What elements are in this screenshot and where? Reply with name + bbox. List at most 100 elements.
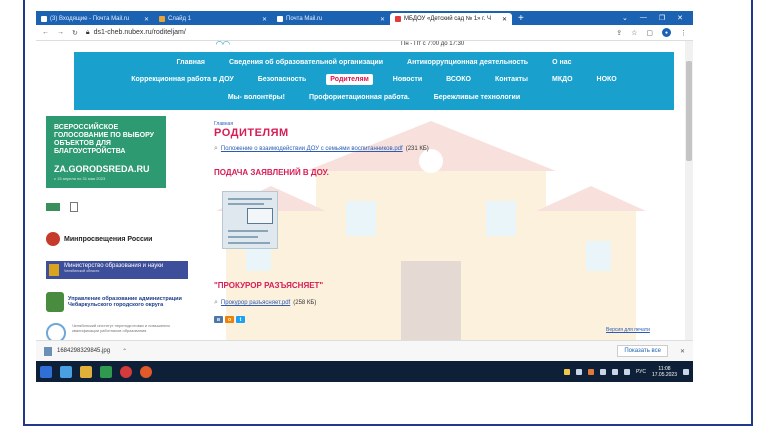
logo-ministry-construction[interactable] [70, 202, 78, 212]
clock[interactable]: 11:08 17.05.2023 [652, 366, 677, 378]
emblem-icon [46, 232, 60, 246]
wifi-icon[interactable] [611, 368, 618, 375]
nav-row-2: Коррекционная работа в ДОУ Безопасность … [74, 74, 674, 85]
downloads-bar: 1684298329845.jpg ⌃ Показать все ✕ [36, 340, 693, 361]
new-tab-button[interactable]: + [512, 13, 530, 25]
window-controls: ⌄ — ❐ ✕ [622, 14, 693, 22]
yandex-icon[interactable] [140, 365, 152, 378]
image-file-icon [44, 346, 52, 356]
page-scrollbar[interactable] [685, 41, 693, 340]
document-link[interactable]: Прокурор разъясняет.pdf [221, 300, 290, 306]
explorer-icon[interactable] [60, 365, 72, 378]
nav-item-main[interactable]: Главная [173, 57, 209, 68]
nav-item-mkdo[interactable]: МКДО [548, 74, 577, 85]
screenshot: (3) Входящие - Почта Mail.ru ✕ Слайд 1 ✕… [36, 11, 693, 382]
document-link-row: ⌕ Положение о взаимодействии ДОУ с семья… [214, 145, 429, 153]
section-heading-prosecutor: "ПРОКУРОР РАЗЪЯСНЯЕТ" [214, 281, 324, 290]
close-icon[interactable]: ✕ [144, 16, 149, 23]
close-icon[interactable]: ✕ [680, 348, 685, 355]
notification-icon[interactable] [563, 368, 570, 375]
tab-mail-inbox[interactable]: (3) Входящие - Почта Mail.ru ✕ [36, 13, 154, 25]
emblem-icon [49, 264, 59, 276]
menu-icon[interactable]: ⋮ [680, 29, 687, 37]
tab-kindergarten[interactable]: МБДОУ «Детский сад № 1» г. Ч ✕ [390, 13, 512, 25]
url-field[interactable]: 🔒︎ ds1-cheb.nubex.ru/roditeljam/ [86, 29, 186, 37]
network-icon[interactable] [575, 368, 582, 375]
nav-item-about[interactable]: О нас [548, 57, 575, 68]
close-icon[interactable]: ✕ [380, 16, 385, 23]
site-favicon-icon [395, 16, 401, 22]
battery-icon[interactable] [599, 368, 606, 375]
excel-icon[interactable] [100, 365, 112, 378]
vk-icon[interactable]: в [214, 316, 223, 323]
forward-icon[interactable]: → [57, 29, 64, 36]
minimize-icon[interactable]: — [640, 14, 647, 22]
nav-item-correction[interactable]: Коррекционная работа в ДОУ [127, 74, 237, 85]
print-version-link[interactable]: Версия для печати [606, 327, 650, 333]
banner-gorodsreda[interactable]: ВСЕРОССИЙСКОЕ ГОЛОСОВАНИЕ ПО ВЫБОРУ ОБЪЕ… [46, 116, 166, 188]
document-link[interactable]: Положение о взаимодействии ДОУ с семьями… [221, 146, 403, 152]
nav-item-career[interactable]: Профориетационная работа. [305, 92, 414, 103]
chevron-down-icon[interactable]: ⌄ [622, 14, 628, 22]
banner-label: Минпросвещения России [64, 235, 153, 243]
nav-item-vsoko[interactable]: ВСОКО [442, 74, 475, 85]
nav-item-volunteers[interactable]: Мы- волонтёры! [224, 92, 289, 103]
show-all-button[interactable]: Показать все [617, 345, 668, 357]
nav-item-news[interactable]: Новости [389, 74, 426, 85]
main-navigation: Главная Сведения об образовательной орга… [74, 52, 674, 110]
sidebar-icon[interactable]: ▢ [646, 29, 653, 37]
banner-sublabel: Челябинской области [64, 269, 100, 273]
ok-icon[interactable]: о [225, 316, 234, 323]
banner-chipkro[interactable]: Челябинский институт переподготовки и по… [46, 323, 188, 340]
nav-item-contacts[interactable]: Контакты [491, 74, 532, 85]
banner-upravlenie[interactable]: Управление образование администрации Чеб… [46, 287, 188, 317]
tab-slide[interactable]: Слайд 1 ✕ [154, 13, 272, 25]
paperclip-icon: ⌕ [214, 299, 218, 306]
action-center-icon[interactable] [683, 368, 689, 375]
nav-item-info[interactable]: Сведения об образовательной организации [225, 57, 387, 68]
profile-avatar[interactable]: ● [662, 28, 671, 37]
opera-icon[interactable] [120, 365, 132, 378]
reload-icon[interactable]: ↻ [72, 29, 78, 37]
volume-icon[interactable] [623, 368, 630, 375]
nav-item-noko[interactable]: НОКО [593, 74, 621, 85]
site-logo[interactable]: ◠◠ [216, 41, 240, 49]
page-title: РОДИТЕЛЯМ [214, 127, 289, 139]
close-icon[interactable]: ✕ [502, 16, 507, 23]
web-page: ◠◠ Пн - Пт с 7:00 до 17:30 Главная Сведе… [36, 41, 685, 340]
start-icon[interactable] [40, 365, 52, 378]
tab-label: МБДОУ «Детский сад № 1» г. Ч [404, 16, 491, 22]
star-icon[interactable]: ☆ [631, 29, 637, 37]
logo-icon [70, 202, 78, 212]
nav-item-anticorruption[interactable]: Антикоррупционная деятельность [403, 57, 532, 68]
chevron-up-icon[interactable]: ⌃ [122, 348, 127, 355]
address-bar: ← → ↻ 🔒︎ ds1-cheb.nubex.ru/roditeljam/ ⇪… [36, 25, 693, 41]
scroll-thumb[interactable] [686, 61, 692, 161]
banner-label: Челябинский институт переподготовки и по… [72, 323, 170, 333]
banner-minobr[interactable]: Министерство образования и науки Челябин… [46, 261, 188, 279]
banner-minprosvescheniya[interactable]: Минпросвещения России [46, 229, 186, 249]
maximize-icon[interactable]: ❐ [659, 14, 665, 22]
language-indicator[interactable]: РУС [636, 369, 646, 375]
logo-formirovanie[interactable] [46, 203, 60, 211]
nav-row-3: Мы- волонтёры! Профориетационная работа.… [74, 92, 674, 103]
nav-item-safety[interactable]: Безопасность [254, 74, 311, 85]
document-link-row: ⌕ Прокурор разъясняет.pdf (258 КБ) [214, 299, 316, 307]
social-share: в о t [214, 316, 245, 323]
banner-label: Управление образование администрации Чеб… [68, 296, 182, 308]
file-size: (258 КБ) [293, 300, 317, 306]
download-filename[interactable]: 1684298329845.jpg [57, 348, 110, 354]
share-icon[interactable]: ⇪ [616, 29, 622, 37]
nav-item-parents[interactable]: Родителям [326, 74, 373, 85]
mail-icon [41, 16, 47, 22]
application-scheme-image[interactable] [222, 191, 278, 249]
folder-icon[interactable] [80, 365, 92, 378]
twitter-icon[interactable]: t [236, 316, 245, 323]
app-tray-icon[interactable] [587, 368, 594, 375]
close-icon[interactable]: ✕ [262, 16, 267, 23]
close-icon[interactable]: ✕ [677, 14, 683, 22]
tab-label: Слайд 1 [168, 16, 192, 22]
back-icon[interactable]: ← [42, 29, 49, 36]
nav-item-lean[interactable]: Бережливые технологии [430, 92, 524, 103]
tab-mail[interactable]: Почта Mail.ru ✕ [272, 13, 390, 25]
